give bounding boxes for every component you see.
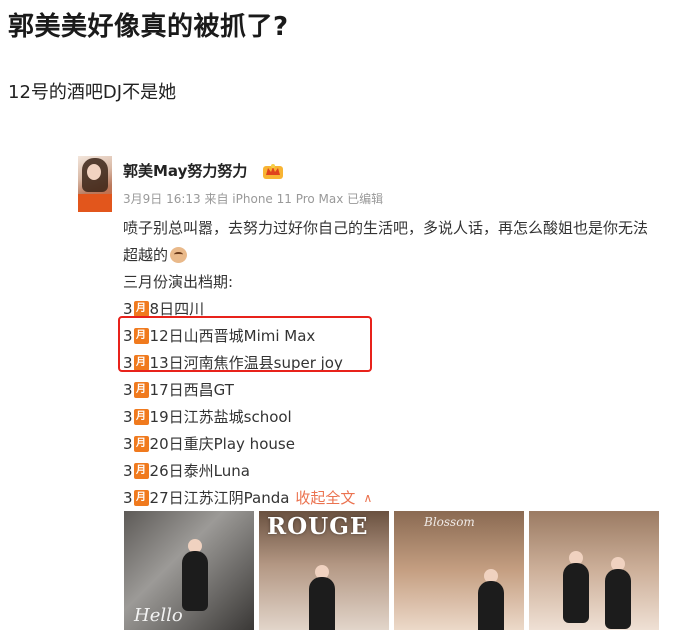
post-meta: 3月9日 16:13 来自 iPhone 11 Pro Max 已编辑 [123,192,384,206]
photo-overlay-text: ROUGE [267,513,369,540]
username[interactable]: 郭美May努力努力 [123,160,247,181]
schedule-item: 3 月 20日重庆Play house [123,430,700,457]
photo-overlay-text: Hello [134,605,183,626]
month-number: 3 [123,434,133,453]
post-text-line: 喷子别总叫嚣，去努力过好你自己的生活吧，多说人话，再怎么酸姐也是你无法 [123,218,649,237]
post-text-line: 超越的 [123,245,169,264]
article-title: 郭美美好像真的被抓了? [8,12,289,42]
photo-thumbnail[interactable]: Blossom [394,511,524,630]
month-number: 3 [123,488,133,507]
schedule-item: 3 月 17日西昌GT [123,376,700,403]
schedule-text: 19日江苏盐城school [149,407,292,426]
article-subtitle: 12号的酒吧DJ不是她 [8,82,177,103]
calendar-month-icon: 月 [133,408,149,425]
month-number: 3 [123,461,133,480]
calendar-month-icon: 月 [133,435,149,452]
photo-overlay-text: Blossom [424,515,475,529]
calendar-month-icon: 月 [133,489,149,506]
photo-thumbnail[interactable] [529,511,659,630]
schedule-item: 3 月 19日江苏盐城school [123,403,700,430]
schedule-heading: 三月份演出档期: [123,272,234,291]
highlight-box [118,316,372,372]
vip-crown-icon [263,164,283,179]
schedule-text: 17日西昌GT [149,380,234,399]
calendar-month-icon: 月 [133,381,149,398]
photo-thumbnail[interactable]: Hello [124,511,254,630]
chevron-up-icon[interactable]: ∧ [363,485,372,511]
calendar-month-icon: 月 [133,300,149,317]
schedule-item: 3 月 27日江苏江阴Panda 收起全文 ∧ [123,484,700,511]
schedule-text: 27日江苏江阴Panda [149,488,290,507]
schedule-item: 3 月 26日泰州Luna [123,457,700,484]
month-number: 3 [123,407,133,426]
avatar[interactable] [78,156,112,212]
schedule-text: 26日泰州Luna [149,461,250,480]
weibo-post-card: 郭美May努力努力 3月9日 16:13 来自 iPhone 11 Pro Ma… [78,150,700,630]
cat-face-emoji-icon [170,246,188,263]
photo-grid: Hello ROUGE Blossom [124,511,664,630]
calendar-month-icon: 月 [133,462,149,479]
photo-thumbnail[interactable]: ROUGE [259,511,389,630]
collapse-text-link[interactable]: 收起全文 [295,485,355,511]
schedule-text: 20日重庆Play house [149,434,295,453]
month-number: 3 [123,380,133,399]
